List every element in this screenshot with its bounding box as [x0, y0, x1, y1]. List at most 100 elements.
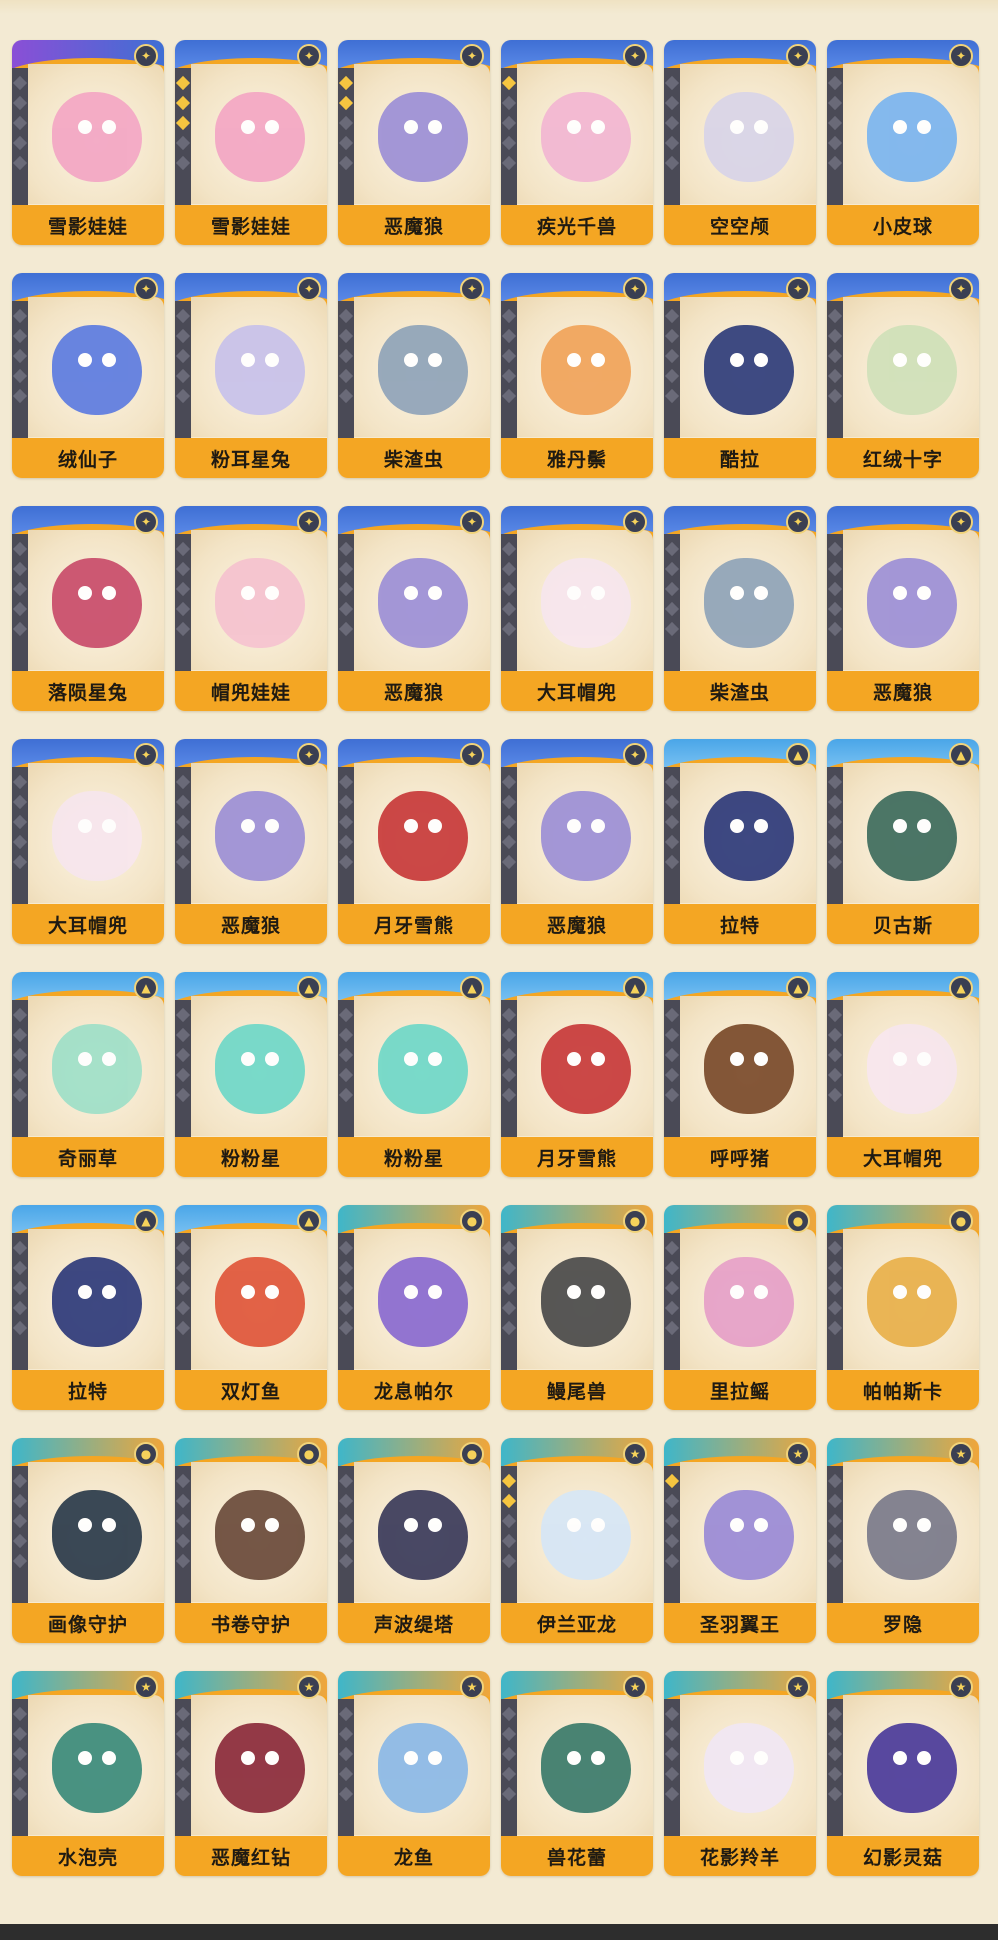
monster-sprite: [541, 1257, 631, 1347]
monster-card[interactable]: ● 画像守护: [12, 1438, 164, 1643]
monster-card[interactable]: ★ 幻影灵菇: [827, 1671, 979, 1876]
star-rank-strip: [501, 767, 517, 909]
monster-card[interactable]: ✦ 恶魔狼: [338, 506, 490, 711]
monster-card[interactable]: ★ 恶魔红钻: [175, 1671, 327, 1876]
name-bar: 龙鱼: [338, 1836, 490, 1876]
hat-icon: ▲: [297, 1209, 321, 1233]
moon-icon: ●: [949, 1209, 973, 1233]
monster-name: 月牙雪熊: [373, 914, 454, 937]
star-slot-icon: [501, 621, 517, 637]
monster-card[interactable]: ✦ 大耳帽兜: [12, 739, 164, 944]
monster-card[interactable]: ★ 罗隐: [827, 1438, 979, 1643]
monster-sprite: [867, 1257, 957, 1347]
star-slot-icon: [175, 581, 191, 597]
monster-card[interactable]: ✦ 落陨星兔: [12, 506, 164, 711]
monster-card[interactable]: ✦ 大耳帽兜: [501, 506, 653, 711]
monster-card[interactable]: ✦ 柴渣虫: [664, 506, 816, 711]
monster-card[interactable]: ✦ 雅丹鬃: [501, 273, 653, 478]
monster-card[interactable]: ★ 龙鱼: [338, 1671, 490, 1876]
planet-icon: ✦: [623, 510, 647, 534]
star-slot-icon: [501, 1047, 517, 1063]
monster-name: 恶魔红钻: [210, 1846, 291, 1869]
star-rank-strip: [338, 767, 354, 909]
monster-card[interactable]: ✦ 恶魔狼: [338, 40, 490, 245]
monster-sprite: [52, 1257, 142, 1347]
name-bar: 拉特: [664, 904, 816, 944]
monster-card[interactable]: ✦ 红绒十字: [827, 273, 979, 478]
monster-card[interactable]: ★ 圣羽翼王: [664, 1438, 816, 1643]
monster-card[interactable]: ● 里拉鳐: [664, 1205, 816, 1410]
star-slot-icon: [175, 155, 191, 171]
monster-card[interactable]: ✦ 粉耳星兔: [175, 273, 327, 478]
monster-card[interactable]: ★ 花影羚羊: [664, 1671, 816, 1876]
monster-name: 罗隐: [882, 1613, 923, 1636]
star-slot-icon: [664, 1067, 680, 1083]
monster-sprite: [541, 1723, 631, 1813]
name-bar: 花影羚羊: [664, 1836, 816, 1876]
monster-card[interactable]: ▲ 拉特: [664, 739, 816, 944]
monster-card[interactable]: ✦ 月牙雪熊: [338, 739, 490, 944]
star-slot-icon: [338, 814, 354, 830]
monster-card[interactable]: ▲ 大耳帽兜: [827, 972, 979, 1177]
star-slot-icon: [338, 1007, 354, 1023]
monster-card[interactable]: ✦ 酷拉: [664, 273, 816, 478]
star-rank-strip: [827, 1233, 843, 1375]
planet-icon: ✦: [949, 510, 973, 534]
monster-card[interactable]: ✦ 绒仙子: [12, 273, 164, 478]
monster-card[interactable]: ▲ 呼呼猪: [664, 972, 816, 1177]
monster-card[interactable]: ▲ 粉粉星: [175, 972, 327, 1177]
monster-card[interactable]: ✦ 雪影娃娃: [12, 40, 164, 245]
star-slot-icon: [501, 1300, 517, 1316]
star-slot-icon: [827, 1240, 843, 1256]
monster-card[interactable]: ✦ 柴渣虫: [338, 273, 490, 478]
monster-card[interactable]: ✦ 空空颅: [664, 40, 816, 245]
monster-card[interactable]: ● 声波缇塔: [338, 1438, 490, 1643]
star-slot-icon: [827, 75, 843, 91]
star-slot-icon: [175, 1493, 191, 1509]
star-slot-icon: [12, 1766, 28, 1782]
monster-card[interactable]: ★ 水泡壳: [12, 1671, 164, 1876]
monster-card[interactable]: ● 龙息帕尔: [338, 1205, 490, 1410]
star-slot-icon: [12, 115, 28, 131]
monster-card[interactable]: ● 书卷守护: [175, 1438, 327, 1643]
monster-card[interactable]: ▲ 双灯鱼: [175, 1205, 327, 1410]
monster-card[interactable]: ● 帕帕斯卡: [827, 1205, 979, 1410]
monster-card[interactable]: ✦ 恶魔狼: [175, 739, 327, 944]
monster-card[interactable]: ✦ 小皮球: [827, 40, 979, 245]
star-slot-icon: [12, 1087, 28, 1103]
monster-card[interactable]: ✦ 恶魔狼: [827, 506, 979, 711]
monster-card[interactable]: ✦ 帽兜娃娃: [175, 506, 327, 711]
name-bar: 罗隐: [827, 1603, 979, 1643]
monster-sprite: [867, 1723, 957, 1813]
monster-name: 水泡壳: [57, 1846, 118, 1869]
star-slot-icon: [12, 368, 28, 384]
monster-card[interactable]: ★ 兽花蕾: [501, 1671, 653, 1876]
monster-card[interactable]: ▲ 奇丽草: [12, 972, 164, 1177]
monster-name: 书卷守护: [210, 1613, 291, 1636]
star-slot-icon: [501, 601, 517, 617]
star-slot-icon: [175, 621, 191, 637]
monster-card[interactable]: ✦ 疾光千兽: [501, 40, 653, 245]
moon-icon: ●: [134, 1442, 158, 1466]
monster-card[interactable]: ▲ 贝古斯: [827, 739, 979, 944]
monster-card[interactable]: ▲ 拉特: [12, 1205, 164, 1410]
monster-card[interactable]: ● 鳗尾兽: [501, 1205, 653, 1410]
star-slot-icon: [338, 1726, 354, 1742]
name-bar: 落陨星兔: [12, 671, 164, 711]
name-bar: 贝古斯: [827, 904, 979, 944]
monster-name: 月牙雪熊: [536, 1147, 617, 1170]
star-rank-strip: [827, 68, 843, 210]
monster-card[interactable]: ✦ 恶魔狼: [501, 739, 653, 944]
monster-card[interactable]: ✦ 雪影娃娃: [175, 40, 327, 245]
star-slot-icon: [338, 348, 354, 364]
star-slot-icon: [501, 1746, 517, 1762]
star-slot-icon: [175, 1706, 191, 1722]
monster-card[interactable]: ▲ 粉粉星: [338, 972, 490, 1177]
star-slot-icon: [12, 135, 28, 151]
star-slot-icon: [175, 601, 191, 617]
star-slot-icon: [175, 1746, 191, 1762]
monster-card[interactable]: ▲ 月牙雪熊: [501, 972, 653, 1177]
star-slot-icon: [175, 1240, 191, 1256]
monster-card[interactable]: ★ 伊兰亚龙: [501, 1438, 653, 1643]
star-slot-icon: [827, 1766, 843, 1782]
